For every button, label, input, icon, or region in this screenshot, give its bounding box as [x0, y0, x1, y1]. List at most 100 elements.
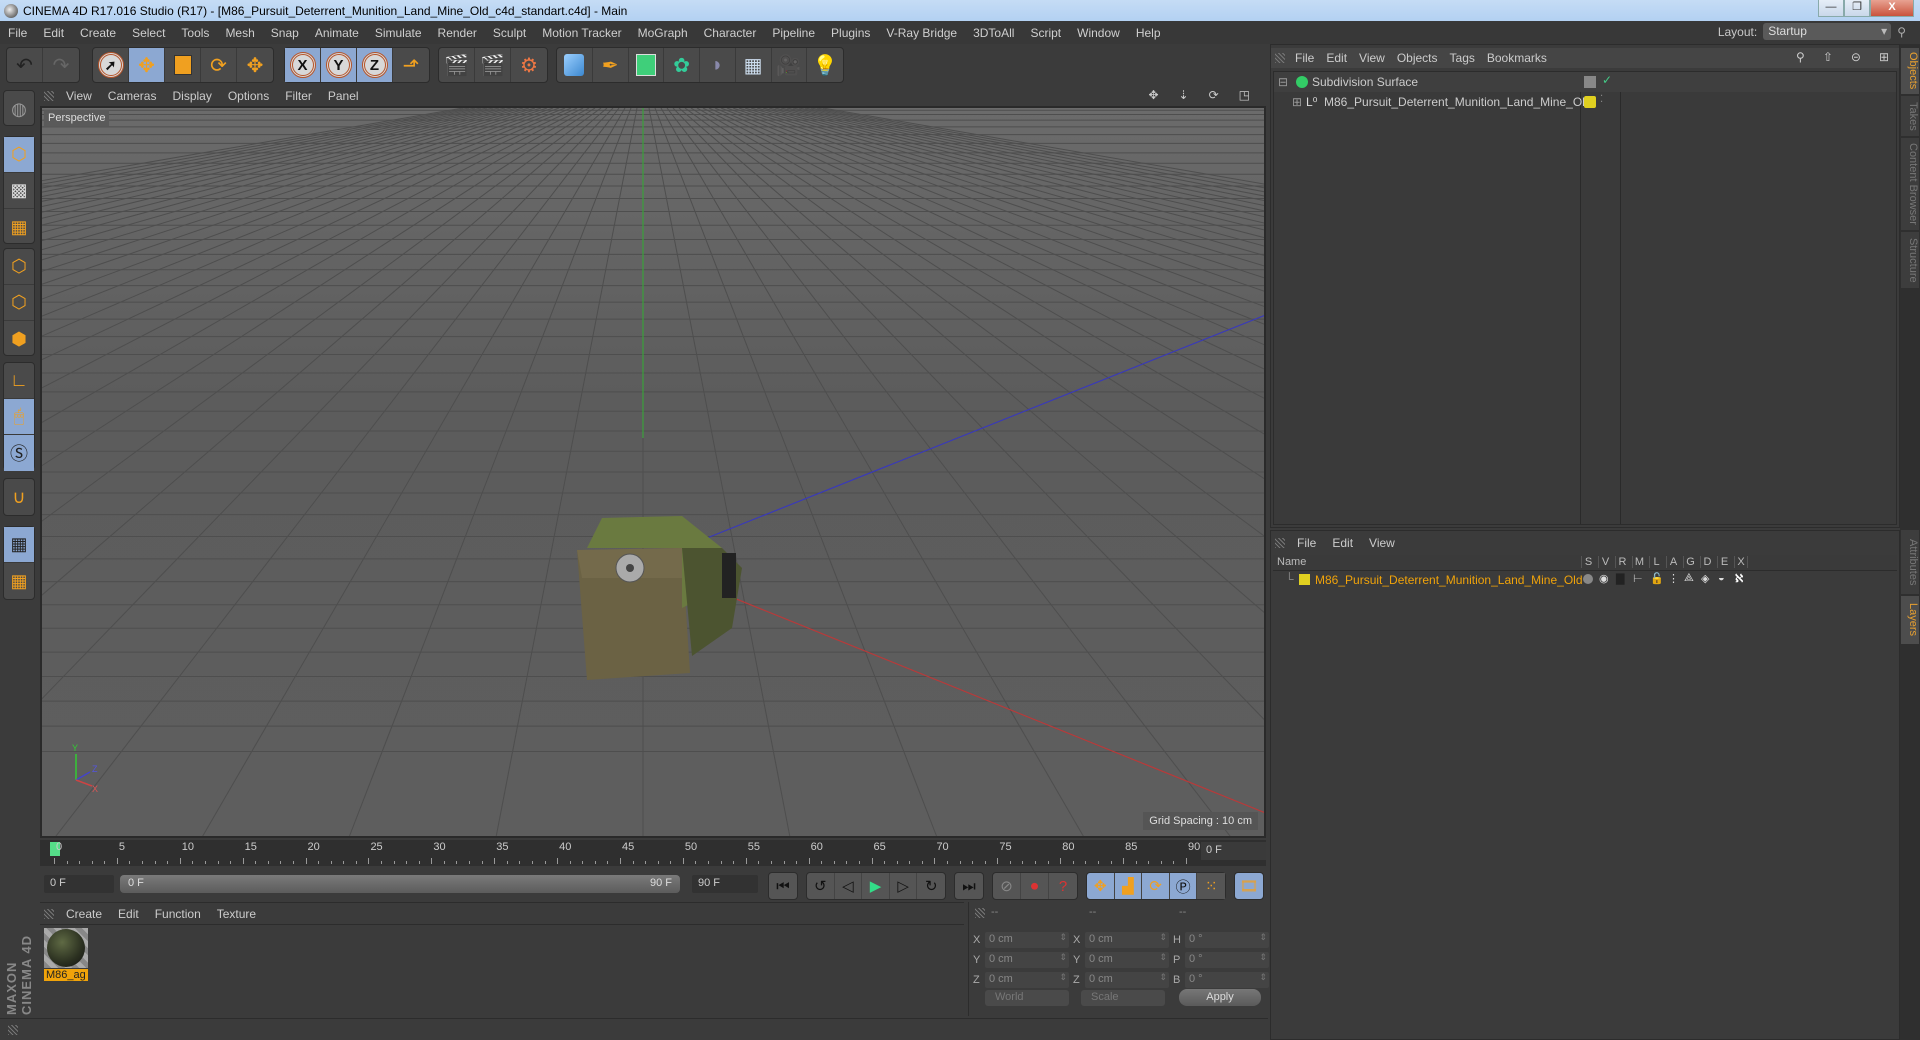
expand-icon[interactable]: ⊞ — [1292, 95, 1306, 109]
material-menu-create[interactable]: Create — [58, 907, 110, 921]
viewport-menu-view[interactable]: View — [58, 89, 100, 103]
timeline-window-icon[interactable]: 🎞 — [1235, 873, 1263, 899]
play-icon[interactable]: ▶ — [862, 873, 890, 899]
orbit-icon[interactable]: ⟳ — [1201, 88, 1227, 102]
column-locked[interactable]: L — [1649, 556, 1663, 568]
z-axis-icon[interactable]: Z — [357, 48, 393, 82]
home-icon[interactable]: ⇧ — [1817, 50, 1839, 64]
generator-icon[interactable]: ⟁ — [1684, 572, 1694, 585]
lm-menu-file[interactable]: File — [1289, 536, 1324, 550]
timeline-ruler[interactable]: 0 F 0 5 10 15 20 25 30 35 40 45 50 55 60 65 70 75 80 85 90 — [40, 840, 1266, 866]
move-icon[interactable]: ✥ — [129, 48, 165, 82]
select-icon[interactable]: ➚ — [93, 48, 129, 82]
floor-icon[interactable]: ▦ — [736, 48, 772, 82]
material-menu-texture[interactable]: Texture — [209, 907, 264, 921]
material-menu-function[interactable]: Function — [147, 907, 209, 921]
tab-layers[interactable]: Layers — [1901, 596, 1919, 644]
link-icon[interactable]: ⊝ — [1845, 50, 1867, 64]
panel-grip[interactable] — [1275, 538, 1285, 548]
lock-icon[interactable]: 🔓 — [1650, 572, 1664, 585]
dolly-icon[interactable]: ⇣ — [1171, 88, 1197, 102]
goto-start-icon[interactable]: ⏮ — [769, 873, 797, 899]
object-name[interactable]: M86_Pursuit_Deterrent_Munition_Land_Mine… — [1324, 95, 1592, 109]
editor-visibility-icon[interactable] — [1584, 76, 1596, 88]
current-frame-field[interactable]: 0 F — [1201, 842, 1266, 860]
size-y-field[interactable]: 0 cm — [1085, 952, 1169, 968]
om-menu-tags[interactable]: Tags — [1444, 51, 1481, 65]
panel-grip[interactable] — [44, 908, 54, 919]
menu-file[interactable]: File — [0, 26, 35, 40]
menu-tools[interactable]: Tools — [173, 26, 217, 40]
viewport-menu-options[interactable]: Options — [220, 89, 277, 103]
record-keys-icon[interactable]: ⏺ — [1021, 873, 1049, 899]
menu-mograph[interactable]: MoGraph — [630, 26, 696, 40]
snap-icon[interactable]: ∪ — [4, 479, 34, 515]
material-name[interactable]: M86_ag — [44, 969, 88, 981]
layout-dropdown[interactable]: Startup — [1763, 23, 1892, 40]
menu-vray-bridge[interactable]: V-Ray Bridge — [878, 26, 965, 40]
deformer-icon[interactable]: ◗ — [700, 48, 736, 82]
autokey-icon[interactable]: ? — [1049, 873, 1077, 899]
menu-select[interactable]: Select — [124, 26, 173, 40]
menu-snap[interactable]: Snap — [263, 26, 307, 40]
goto-end-icon[interactable]: ⏭ — [955, 873, 983, 899]
menu-render[interactable]: Render — [430, 26, 485, 40]
camera-icon[interactable]: 🎥 — [772, 48, 808, 82]
pan-icon[interactable]: ✥ — [1140, 88, 1166, 102]
world-coord-icon[interactable]: ⬏ — [393, 48, 429, 82]
viewport-menu-cameras[interactable]: Cameras — [100, 89, 165, 103]
menu-plugins[interactable]: Plugins — [823, 26, 878, 40]
cube-icon[interactable] — [557, 48, 593, 82]
minimize-button[interactable]: — — [1818, 0, 1844, 17]
menu-script[interactable]: Script — [1022, 26, 1069, 40]
om-menu-file[interactable]: File — [1289, 51, 1320, 65]
om-menu-view[interactable]: View — [1353, 51, 1391, 65]
menu-pipeline[interactable]: Pipeline — [764, 26, 823, 40]
object-row[interactable]: ⊞ L⁰ M86_Pursuit_Deterrent_Munition_Land… — [1274, 92, 1896, 112]
search-icon[interactable]: ⚲ — [1897, 25, 1906, 39]
layer-name[interactable]: M86_Pursuit_Deterrent_Munition_Land_Mine… — [1315, 573, 1583, 587]
y-axis-icon[interactable]: Y — [321, 48, 357, 82]
camera-label[interactable]: Perspective — [44, 110, 110, 126]
layer-color-tag[interactable] — [1584, 96, 1596, 108]
viewport-menu-panel[interactable]: Panel — [320, 89, 367, 103]
expression-icon[interactable]: ◒ — [1718, 572, 1725, 584]
end-frame-field[interactable]: 90 F — [692, 875, 758, 893]
panel-grip[interactable] — [975, 908, 985, 918]
key-position-icon[interactable]: ✥ — [1087, 873, 1115, 899]
x-axis-icon[interactable]: X — [285, 48, 321, 82]
solo-icon[interactable]: Ⓢ — [4, 435, 34, 471]
om-menu-edit[interactable]: Edit — [1320, 51, 1353, 65]
workplane-lock-icon[interactable]: ▦ — [4, 527, 34, 563]
key-rotation-icon[interactable]: ⟳ — [1142, 873, 1170, 899]
search-icon[interactable]: ⚲ — [1790, 50, 1811, 64]
tab-attributes[interactable]: Attributes — [1901, 530, 1919, 594]
pen-icon[interactable]: ✒ — [593, 48, 629, 82]
subdivision-icon[interactable] — [629, 48, 665, 82]
object-name[interactable]: Subdivision Surface — [1312, 75, 1418, 89]
render-clapper-icon[interactable]: ▇ — [1616, 572, 1624, 585]
layer-row[interactable]: └ M86_Pursuit_Deterrent_Munition_Land_Mi… — [1273, 572, 1897, 588]
material-menu-edit[interactable]: Edit — [110, 907, 147, 921]
light-icon[interactable]: 💡 — [807, 48, 843, 82]
key-parameter-icon[interactable]: Ⓟ — [1170, 873, 1198, 899]
column-generators[interactable]: G — [1683, 556, 1697, 568]
viewport-menu-filter[interactable]: Filter — [277, 89, 320, 103]
3d-viewport[interactable]: Y Z X Perspective Grid Spacing : 10 cm — [40, 106, 1266, 838]
model-mode-icon[interactable]: ⬡ — [4, 137, 34, 173]
column-manager[interactable]: M — [1632, 556, 1646, 568]
rotate-icon[interactable]: ⟳ — [201, 48, 237, 82]
coord-transform-dropdown[interactable]: Scale — [1081, 990, 1165, 1006]
lm-menu-edit[interactable]: Edit — [1324, 536, 1361, 550]
tweak-icon[interactable]: 🖱 — [4, 399, 34, 435]
column-solo[interactable]: S — [1581, 556, 1595, 568]
preview-range-slider[interactable]: 0 F 90 F — [120, 875, 680, 893]
panel-grip[interactable] — [1275, 53, 1285, 63]
pos-z-field[interactable]: 0 cm — [985, 972, 1069, 988]
tab-objects[interactable]: Objects — [1901, 48, 1919, 94]
key-scale-icon[interactable]: ▟ — [1115, 873, 1143, 899]
menu-mesh[interactable]: Mesh — [217, 26, 262, 40]
polygons-mode-icon[interactable]: ⬢ — [4, 321, 34, 357]
column-render[interactable]: R — [1615, 556, 1629, 568]
render-settings-icon[interactable]: ⚙ — [511, 48, 547, 82]
